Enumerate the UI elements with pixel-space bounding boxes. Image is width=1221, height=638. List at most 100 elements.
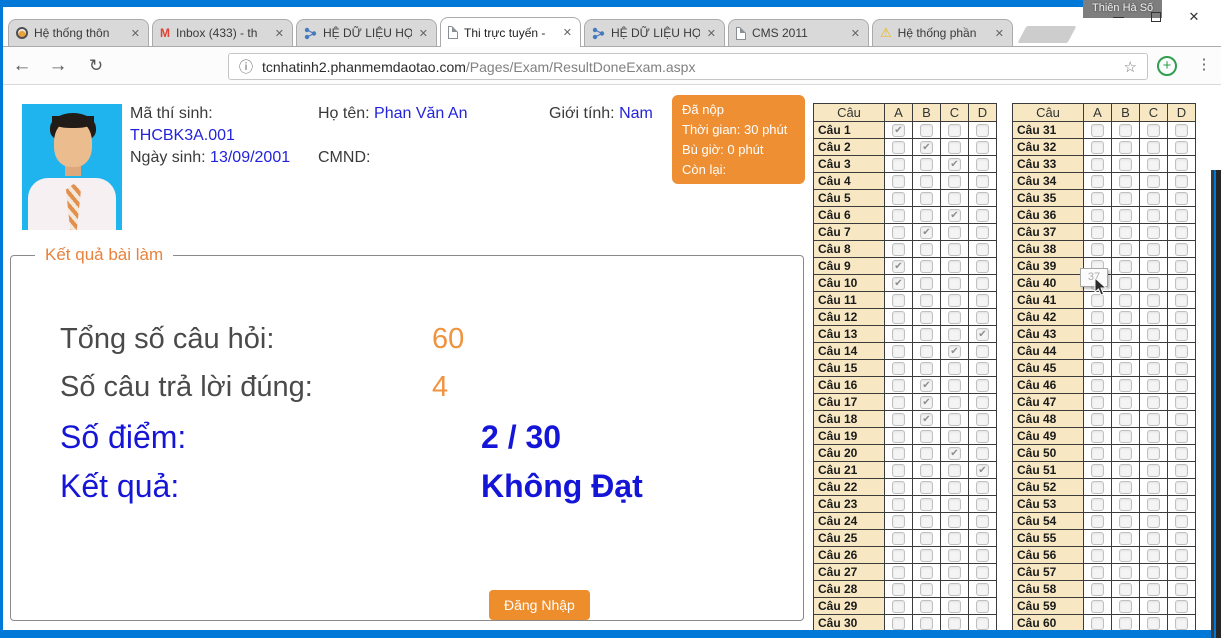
answer-checkbox[interactable] [1175,583,1188,596]
tab-close-icon[interactable]: ✕ [994,27,1005,40]
answer-checkbox[interactable] [976,583,989,596]
answer-checkbox[interactable] [892,481,905,494]
answer-checkbox[interactable] [1091,328,1104,341]
answer-checkbox[interactable] [892,532,905,545]
answer-checkbox[interactable] [1175,464,1188,477]
answer-checkbox[interactable] [976,345,989,358]
answer-checkbox[interactable] [892,328,905,341]
answer-checkbox[interactable] [1175,226,1188,239]
answer-checkbox[interactable] [892,396,905,409]
answer-checkbox[interactable] [920,294,933,307]
answer-checkbox[interactable] [920,328,933,341]
tab-close-icon[interactable]: ✕ [850,27,861,40]
answer-checkbox[interactable] [1119,192,1132,205]
answer-checkbox[interactable] [948,396,961,409]
answer-checkbox[interactable] [1175,260,1188,273]
answer-checkbox[interactable] [1147,124,1160,137]
answer-checkbox[interactable] [1175,294,1188,307]
answer-checkbox[interactable] [1119,498,1132,511]
answer-checkbox[interactable] [1119,141,1132,154]
answer-checkbox[interactable] [1119,583,1132,596]
answer-checkbox[interactable] [948,379,961,392]
answer-checkbox[interactable] [976,549,989,562]
answer-checkbox[interactable] [976,260,989,273]
tab-close-icon[interactable]: ✕ [706,27,717,40]
answer-checkbox[interactable] [1147,362,1160,375]
answer-checkbox[interactable] [920,549,933,562]
answer-checkbox[interactable] [976,566,989,579]
answer-checkbox[interactable] [1147,226,1160,239]
answer-checkbox[interactable] [920,447,933,460]
answer-checkbox[interactable] [1147,345,1160,358]
answer-checkbox[interactable] [1091,481,1104,494]
answer-checkbox[interactable] [1175,345,1188,358]
answer-checkbox[interactable] [892,498,905,511]
answer-checkbox[interactable] [920,175,933,188]
tab-active[interactable]: Thi trực tuyến -✕ [440,17,581,47]
answer-checkbox[interactable] [1119,209,1132,222]
answer-checkbox[interactable] [1091,124,1104,137]
answer-checkbox[interactable]: ✔ [920,141,933,154]
answer-checkbox[interactable] [1119,277,1132,290]
answer-checkbox[interactable] [1119,549,1132,562]
answer-checkbox[interactable] [892,413,905,426]
login-button[interactable]: Đăng Nhập [489,590,590,620]
answer-checkbox[interactable] [892,209,905,222]
answer-checkbox[interactable]: ✔ [920,226,933,239]
answer-checkbox[interactable] [1091,362,1104,375]
answer-checkbox[interactable] [1147,600,1160,613]
answer-checkbox[interactable] [976,617,989,630]
answer-checkbox[interactable] [1119,362,1132,375]
answer-checkbox[interactable] [948,260,961,273]
answer-checkbox[interactable] [1091,226,1104,239]
answer-checkbox[interactable] [1091,175,1104,188]
answer-checkbox[interactable] [1175,447,1188,460]
answer-checkbox[interactable] [948,617,961,630]
answer-checkbox[interactable] [948,328,961,341]
answer-checkbox[interactable] [1147,566,1160,579]
answer-checkbox[interactable] [920,192,933,205]
refresh-button[interactable]: ↻ [82,53,110,79]
answer-checkbox[interactable] [1091,209,1104,222]
answer-checkbox[interactable] [892,362,905,375]
answer-checkbox[interactable] [976,175,989,188]
answer-checkbox[interactable] [1147,413,1160,426]
answer-checkbox[interactable] [1091,447,1104,460]
address-bar[interactable]: ⓘ tcnhatinh2.phanmemdaotao.com /Pages/Ex… [228,53,1148,80]
answer-checkbox[interactable] [1091,294,1104,307]
minimize-button[interactable] [1099,5,1137,29]
answer-checkbox[interactable] [948,413,961,426]
answer-checkbox[interactable] [892,158,905,171]
answer-checkbox[interactable] [948,226,961,239]
answer-checkbox[interactable] [920,243,933,256]
answer-checkbox[interactable] [1147,515,1160,528]
answer-checkbox[interactable] [1175,175,1188,188]
tab-inactive[interactable]: HỆ DỮ LIỆU HỌ✕ [296,19,437,46]
tab-inactive[interactable]: MInbox (433) - th✕ [152,19,293,46]
answer-checkbox[interactable] [948,515,961,528]
answer-checkbox[interactable] [1175,141,1188,154]
answer-checkbox[interactable]: ✔ [948,345,961,358]
answer-checkbox[interactable] [920,311,933,324]
answer-checkbox[interactable] [1147,583,1160,596]
answer-checkbox[interactable] [1119,447,1132,460]
answer-checkbox[interactable] [948,362,961,375]
answer-checkbox[interactable] [976,481,989,494]
answer-checkbox[interactable] [1175,413,1188,426]
answer-checkbox[interactable] [920,277,933,290]
answer-checkbox[interactable] [1119,464,1132,477]
answer-checkbox[interactable] [1147,498,1160,511]
answer-checkbox[interactable] [1091,498,1104,511]
answer-checkbox[interactable] [1147,141,1160,154]
answer-checkbox[interactable]: ✔ [920,379,933,392]
answer-checkbox[interactable] [1175,600,1188,613]
answer-checkbox[interactable] [1175,481,1188,494]
answer-checkbox[interactable] [948,277,961,290]
answer-checkbox[interactable] [1091,379,1104,392]
answer-checkbox[interactable] [1175,396,1188,409]
answer-checkbox[interactable] [1119,226,1132,239]
answer-checkbox[interactable] [920,209,933,222]
answer-checkbox[interactable]: ✔ [948,158,961,171]
answer-checkbox[interactable] [1175,379,1188,392]
answer-checkbox[interactable] [976,379,989,392]
